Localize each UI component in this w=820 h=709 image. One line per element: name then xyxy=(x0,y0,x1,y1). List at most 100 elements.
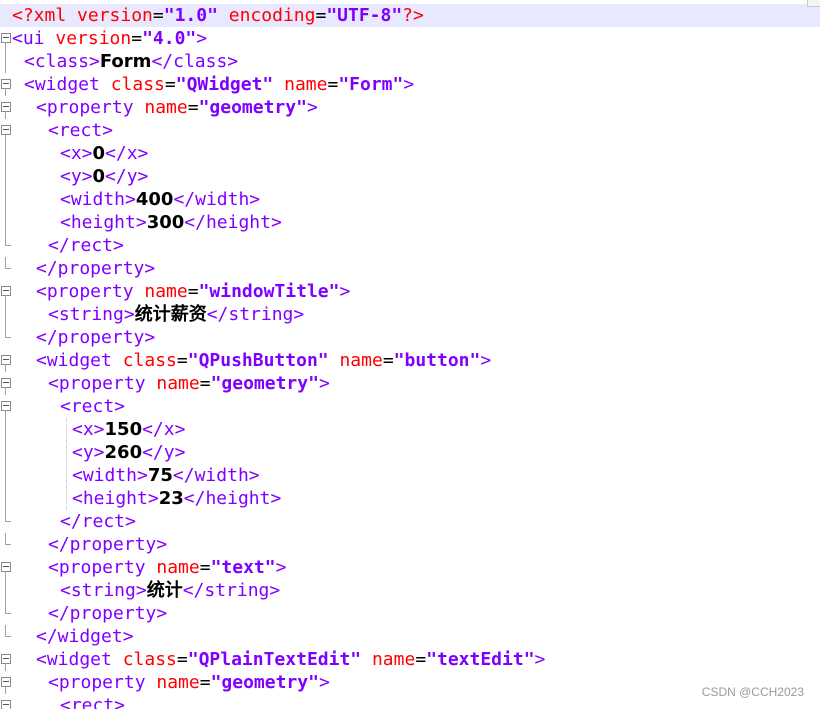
code-token: "geometry" xyxy=(198,97,307,118)
fold-toggle-icon[interactable] xyxy=(0,648,12,671)
fold-toggle-icon[interactable] xyxy=(0,280,12,303)
collapse-icon[interactable] xyxy=(1,79,11,89)
code-token: 75 xyxy=(147,465,173,486)
code-token: </string> xyxy=(182,580,281,601)
code-token: "QWidget" xyxy=(175,74,274,95)
code-token: = xyxy=(176,350,188,371)
fold-guide xyxy=(0,50,12,73)
code-token: name xyxy=(144,97,188,118)
fold-toggle-icon[interactable] xyxy=(0,27,12,50)
code-token: name xyxy=(273,74,328,95)
code-line[interactable]: <x>0</x> xyxy=(0,142,820,165)
fold-toggle-icon[interactable] xyxy=(0,395,12,418)
collapse-icon[interactable] xyxy=(1,700,11,709)
code-text: <string>统计薪资</string> xyxy=(48,303,304,326)
fold-toggle-icon[interactable] xyxy=(0,73,12,96)
code-token: </property> xyxy=(36,327,156,348)
code-token: </height> xyxy=(184,212,282,233)
watermark: CSDN @CCH2023 xyxy=(701,685,804,699)
code-line[interactable]: <property name="windowTitle"> xyxy=(0,280,820,303)
code-token: <height> xyxy=(72,488,159,509)
code-token: "button" xyxy=(393,350,481,371)
code-line[interactable]: <height>23</height> xyxy=(0,487,820,510)
code-line[interactable]: </property> xyxy=(0,326,820,349)
code-line[interactable]: <width>400</width> xyxy=(0,188,820,211)
fold-toggle-icon[interactable] xyxy=(0,372,12,395)
code-line[interactable]: </rect> xyxy=(0,234,820,257)
code-line[interactable]: <rect> xyxy=(0,395,820,418)
code-text: <class>Form</class> xyxy=(24,50,238,73)
fold-toggle-icon[interactable] xyxy=(0,119,12,142)
code-token: <rect> xyxy=(60,396,126,417)
code-line[interactable]: <class>Form</class> xyxy=(0,50,820,73)
code-text: </rect> xyxy=(60,510,136,533)
code-line[interactable]: <widget class="QWidget" name="Form"> xyxy=(0,73,820,96)
indent-guide xyxy=(66,464,68,487)
code-line[interactable]: </rect> xyxy=(0,510,820,533)
fold-guide xyxy=(0,326,12,349)
fold-toggle-icon[interactable] xyxy=(0,671,12,694)
code-text: </widget> xyxy=(36,625,134,648)
code-line[interactable]: </widget> xyxy=(0,625,820,648)
code-line[interactable]: <y>260</y> xyxy=(0,441,820,464)
collapse-icon[interactable] xyxy=(1,562,11,572)
fold-toggle-icon[interactable] xyxy=(0,556,12,579)
code-token: "windowTitle" xyxy=(198,281,340,302)
collapse-icon[interactable] xyxy=(1,286,11,296)
code-text: <property name="windowTitle"> xyxy=(36,280,350,303)
code-line[interactable]: </property> xyxy=(0,257,820,280)
fold-toggle-icon[interactable] xyxy=(0,694,12,709)
code-line[interactable]: <height>300</height> xyxy=(0,211,820,234)
code-token: > xyxy=(318,373,330,394)
code-token: > xyxy=(339,281,351,302)
code-line[interactable]: <rect> xyxy=(0,694,820,709)
code-token: <x> xyxy=(60,143,93,164)
code-line[interactable]: <ui version="4.0"> xyxy=(0,27,820,50)
collapse-icon[interactable] xyxy=(1,33,11,43)
code-line[interactable]: <widget class="QPushButton" name="button… xyxy=(0,349,820,372)
collapse-icon[interactable] xyxy=(1,102,11,112)
collapse-icon[interactable] xyxy=(1,677,11,687)
collapse-icon[interactable] xyxy=(1,125,11,135)
code-line[interactable]: <rect> xyxy=(0,119,820,142)
fold-toggle-icon[interactable] xyxy=(0,349,12,372)
code-line[interactable]: <property name="geometry"> xyxy=(0,96,820,119)
code-token: = xyxy=(131,28,143,49)
code-token: 0 xyxy=(92,143,106,164)
code-text: </property> xyxy=(48,533,167,556)
code-token: <property xyxy=(48,672,157,693)
collapse-icon[interactable] xyxy=(1,355,11,365)
code-line[interactable]: <widget class="QPlainTextEdit" name="tex… xyxy=(0,648,820,671)
fold-toggle-icon[interactable] xyxy=(0,96,12,119)
collapse-icon[interactable] xyxy=(1,378,11,388)
code-token: 0 xyxy=(92,166,106,187)
code-text: <x>150</x> xyxy=(72,418,185,441)
code-line[interactable]: <property name="geometry"> xyxy=(0,671,820,694)
code-line[interactable]: <property name="text"> xyxy=(0,556,820,579)
code-token: "text" xyxy=(210,557,276,578)
fold-guide xyxy=(0,510,12,533)
code-text: <width>400</width> xyxy=(60,188,260,211)
code-line[interactable]: <property name="geometry"> xyxy=(0,372,820,395)
collapse-icon[interactable] xyxy=(1,654,11,664)
code-token: class xyxy=(110,74,165,95)
code-token: name xyxy=(361,649,416,670)
code-line[interactable]: </property> xyxy=(0,602,820,625)
code-editor[interactable]: <?xml version="1.0" encoding="UTF-8"?> <u… xyxy=(0,0,820,709)
code-line[interactable]: <string>统计</string> xyxy=(0,579,820,602)
code-token: 260 xyxy=(104,442,143,463)
code-line[interactable]: </property> xyxy=(0,533,820,556)
collapse-icon[interactable] xyxy=(1,401,11,411)
code-token: "geometry" xyxy=(210,373,319,394)
indent-guide xyxy=(66,418,68,441)
code-text: <rect> xyxy=(60,395,125,418)
code-line[interactable]: <string>统计薪资</string> xyxy=(0,303,820,326)
code-line[interactable]: <width>75</width> xyxy=(0,464,820,487)
code-line[interactable]: <?xml version="1.0" encoding="UTF-8"?> xyxy=(0,4,820,27)
code-line[interactable]: <y>0</y> xyxy=(0,165,820,188)
code-line[interactable]: <x>150</x> xyxy=(0,418,820,441)
code-text: <property name="geometry"> xyxy=(48,372,330,395)
fold-guide xyxy=(0,234,12,257)
code-text: <property name="geometry"> xyxy=(36,96,318,119)
code-text: <height>300</height> xyxy=(60,211,282,234)
